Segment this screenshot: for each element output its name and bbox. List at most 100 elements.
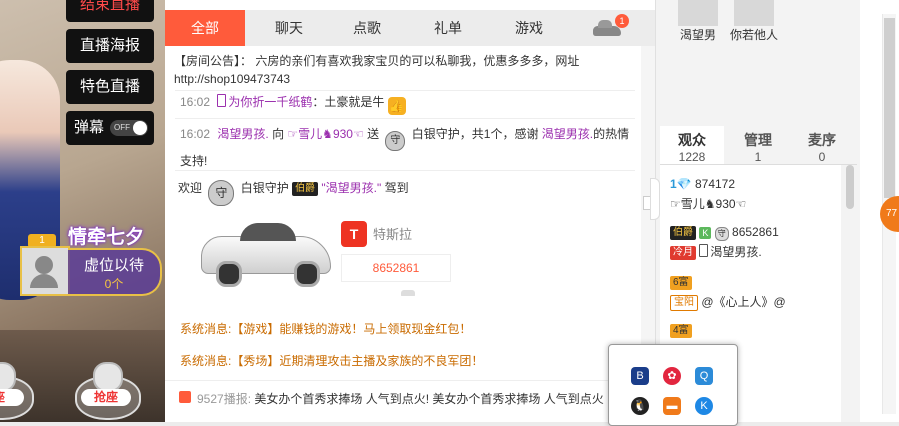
list-item[interactable]: 宝阳 @《心上人》@: [670, 293, 786, 311]
message-list: 【房间公告】： 六房的亲们有喜欢我家宝贝的可以私聊我，优惠多多多，网址http:…: [165, 46, 641, 296]
tab-label: 麦序: [808, 132, 836, 148]
sys-text[interactable]: 近期清理攻击主播及家族的不良军团！: [279, 354, 483, 368]
wealth-badge: 4富: [670, 324, 692, 338]
end-live-button[interactable]: 结束直播: [66, 0, 154, 22]
system-message: 系统消息:【游戏】能赚钱的游戏！马上领取现金红包！: [180, 320, 471, 337]
grab-seat-label: 抢座: [81, 389, 131, 406]
grab-seat-button[interactable]: 抢座: [71, 362, 141, 422]
list-item[interactable]: 6富: [670, 275, 692, 290]
system-messages: 系统消息:【游戏】能赚钱的游戏！马上领取现金红包！ 系统消息:【秀场】近期清理攻…: [165, 296, 641, 378]
user-name: @《心上人》@: [701, 295, 786, 309]
gift-receiver[interactable]: ☞雪儿♞930☜: [287, 127, 363, 141]
bluetooth-icon[interactable]: B: [631, 367, 649, 385]
tab-count: 1228: [678, 150, 706, 164]
thumbs-up-icon: 👍: [387, 97, 406, 115]
list-item[interactable]: 冷月 渴望男孩.: [670, 243, 762, 260]
user-name: 渴望男孩.: [710, 245, 762, 259]
tab-gift-list[interactable]: 礼单: [408, 10, 488, 46]
tab-admin[interactable]: 管理 1: [726, 126, 790, 164]
msg-text: 土豪就是牛: [324, 95, 385, 109]
list-item-name[interactable]: ☞雪儿♞930☜: [670, 195, 746, 212]
list-item[interactable]: 1💎 874172: [670, 177, 735, 191]
vip-badge: 伯爵: [670, 226, 696, 240]
flower-icon[interactable]: ✿: [663, 367, 681, 385]
phone-icon: [217, 94, 227, 107]
tray-popup: B ✿ Q 🐧 ▬ K: [608, 344, 738, 426]
wheel: [216, 261, 242, 287]
divider: [175, 170, 635, 171]
top-user-name: 你若他人: [730, 28, 779, 42]
tab-all[interactable]: 全部: [165, 10, 245, 46]
wealth-badge: 6富: [670, 276, 692, 290]
seat-title: 情牵七夕: [68, 227, 145, 248]
tab-audience[interactable]: 观众 1228: [660, 126, 724, 164]
expand-arrow-icon[interactable]: [650, 178, 660, 220]
gift-sender[interactable]: 渴望男孩.: [217, 127, 268, 141]
tab-car[interactable]: 1: [585, 10, 633, 46]
phone-icon: [699, 244, 709, 257]
audience-scrollbar[interactable]: [843, 165, 857, 422]
divider: [175, 118, 635, 119]
family-tag: 宝阳: [670, 295, 698, 311]
tab-chat[interactable]: 聊天: [249, 10, 329, 46]
sys-prefix: 系统消息:: [180, 322, 232, 336]
seat-info: 虚位以待 0个: [68, 248, 162, 296]
car-owner-id: 8652861: [341, 254, 451, 282]
live-poster-button[interactable]: 直播海报: [66, 29, 154, 63]
tab-mic-queue[interactable]: 麦序 0: [790, 126, 854, 164]
tab-game[interactable]: 游戏: [489, 10, 569, 46]
msg-user[interactable]: 为你折一千纸鹤: [228, 95, 312, 109]
grab-seat-label: 座: [0, 389, 24, 406]
thank-user[interactable]: 渴望男孩.: [542, 127, 593, 141]
tab-label: 观众: [678, 132, 706, 148]
msg-sep: ：: [312, 95, 325, 109]
family-tag: 冷月: [670, 246, 696, 260]
top-user-name: 渴望男: [679, 28, 716, 42]
grab-seat-left[interactable]: 座: [0, 362, 34, 422]
user-id: 874172: [694, 177, 736, 191]
scroll-thumb[interactable]: [884, 18, 895, 198]
user-icon: [93, 362, 123, 392]
danmu-label: 弹幕: [74, 119, 105, 136]
audience-tabs: 观众 1228 管理 1 麦序 0: [660, 126, 857, 165]
sys-text[interactable]: 能赚钱的游戏！马上领取现金红包！: [279, 322, 471, 336]
guard-icon: 守: [714, 227, 729, 241]
car-brand: 特斯拉: [373, 227, 413, 242]
welcome-message: 欢迎 守 白银守护 伯爵 "渴望男孩." 驾到: [178, 178, 409, 206]
special-live-button[interactable]: 特色直播: [66, 70, 154, 104]
tab-count: 0: [818, 150, 826, 164]
toggle-knob: [133, 121, 147, 135]
seat-name: 虚位以待: [83, 257, 144, 274]
danmu-toggle-row[interactable]: 弹幕 OFF: [66, 111, 154, 145]
video-area: 结束直播 直播海报 特色直播 弹幕 OFF 1 情牵七夕 虚位以待 0个 座 抢…: [0, 0, 165, 422]
top-user[interactable]: 你若他人: [730, 0, 778, 44]
avatar: [678, 0, 718, 26]
car-gift-card: T 特斯拉 8652861: [195, 216, 455, 287]
welcome-user[interactable]: "渴望男孩.": [321, 181, 381, 195]
sys-tag[interactable]: 【游戏】: [231, 322, 279, 336]
tesla-logo-icon: T: [341, 221, 367, 247]
chat-panel: 全部 聊天 点歌 礼单 游戏 1 【房间公告】： 六房的亲们有喜欢我家宝贝的可以…: [165, 0, 655, 422]
sys-tag[interactable]: 【秀场】: [231, 354, 279, 368]
sys-prefix: 系统消息:: [180, 354, 232, 368]
top-user[interactable]: 渴望男: [674, 0, 722, 44]
app-icon[interactable]: Q: [695, 367, 713, 385]
welcome-word: 欢迎: [178, 181, 203, 195]
seat-one[interactable]: 1 情牵七夕 虚位以待 0个: [18, 218, 164, 296]
list-item[interactable]: 4富: [670, 323, 692, 338]
qq-icon[interactable]: 🐧: [631, 397, 649, 415]
kugou-icon[interactable]: K: [695, 397, 713, 415]
msg-send-word: 送: [367, 127, 380, 141]
horn-icon: [179, 391, 191, 403]
system-message: 系统消息:【秀场】近期清理攻击主播及家族的不良军团！: [180, 352, 483, 369]
battery-icon[interactable]: ▬: [663, 397, 681, 415]
list-item[interactable]: 伯爵 K 守 8652861: [670, 225, 779, 241]
scroll-thumb[interactable]: [846, 165, 854, 209]
toggle-state: OFF: [114, 123, 130, 132]
tab-song[interactable]: 点歌: [327, 10, 407, 46]
wheel: [294, 261, 320, 287]
msg-time: 16:02: [180, 95, 211, 109]
danmu-toggle[interactable]: OFF: [110, 120, 148, 136]
tab-label: 管理: [744, 132, 772, 148]
level-diamond-icon: 1: [670, 177, 677, 191]
